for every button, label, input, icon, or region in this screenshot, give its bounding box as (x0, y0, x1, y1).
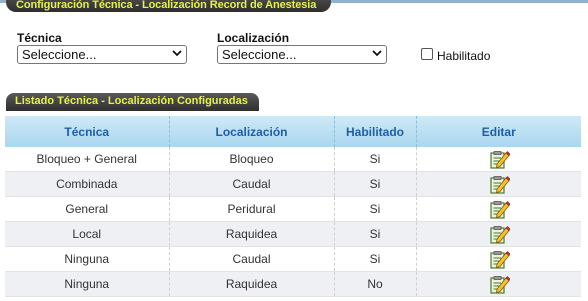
cell-tecnica: Local (5, 221, 170, 247)
cell-localizacion: Raquidea (169, 271, 335, 297)
cell-editar (416, 246, 581, 272)
edit-icon[interactable] (488, 274, 510, 294)
table-header-row: Técnica Localización Habilitado Editar (5, 116, 581, 147)
habilitado-label: Habilitado (437, 49, 491, 63)
column-header-tecnica[interactable]: Técnica (5, 116, 170, 147)
chevron-down-icon (172, 50, 182, 57)
list-section-tab: Listado Técnica - Localización Configura… (6, 93, 259, 111)
list-section-title: Listado Técnica - Localización Configura… (15, 95, 248, 107)
table-row: Bloqueo + General Bloqueo Si (5, 147, 581, 172)
cell-editar (416, 271, 581, 297)
cell-editar (416, 196, 581, 222)
edit-icon[interactable] (488, 249, 510, 269)
cell-habilitado: Si (334, 147, 417, 172)
cell-habilitado: No (334, 271, 417, 297)
edit-icon[interactable] (488, 149, 510, 169)
cell-localizacion: Caudal (169, 246, 335, 272)
table-row: Ninguna Caudal Si (5, 246, 581, 272)
cell-tecnica: Ninguna (5, 246, 170, 272)
cell-habilitado: Si (334, 246, 417, 272)
config-section-tab: Configuración Técnica - Localización Rec… (6, 0, 331, 12)
cell-localizacion: Caudal (169, 171, 335, 197)
cell-editar (416, 147, 581, 172)
localizacion-select[interactable]: Seleccione... (217, 45, 387, 64)
tecnica-select[interactable]: Seleccione... (17, 45, 187, 64)
cell-tecnica: Combinada (5, 171, 170, 197)
table-row: General Peridural Si (5, 196, 581, 222)
habilitado-checkbox[interactable] (421, 48, 433, 60)
cell-editar (416, 171, 581, 197)
edit-icon[interactable] (488, 224, 510, 244)
cell-localizacion: Peridural (169, 196, 335, 222)
table-row: Ninguna Raquidea No (5, 271, 581, 297)
table-row: Local Raquidea Si (5, 221, 581, 247)
column-header-editar: Editar (416, 116, 581, 147)
edit-icon[interactable] (488, 199, 510, 219)
cell-editar (416, 221, 581, 247)
cell-localizacion: Raquidea (169, 221, 335, 247)
cell-localizacion: Bloqueo (169, 147, 335, 172)
cell-habilitado: Si (334, 221, 417, 247)
cell-tecnica: General (5, 196, 170, 222)
edit-icon[interactable] (488, 174, 510, 194)
column-header-localizacion[interactable]: Localización (169, 116, 335, 147)
localizacion-label: Localización (217, 31, 290, 45)
cell-habilitado: Si (334, 196, 417, 222)
table-row: Combinada Caudal Si (5, 171, 581, 197)
tecnica-select-value: Seleccione... (22, 47, 97, 62)
cell-tecnica: Ninguna (5, 271, 170, 297)
column-header-habilitado[interactable]: Habilitado (334, 116, 417, 147)
tecnica-label: Técnica (17, 31, 62, 45)
cell-tecnica: Bloqueo + General (5, 147, 170, 172)
config-section-title: Configuración Técnica - Localización Rec… (16, 0, 317, 11)
localizacion-select-value: Seleccione... (222, 47, 297, 62)
chevron-down-icon (372, 50, 382, 57)
configured-table: Técnica Localización Habilitado Editar B… (5, 116, 581, 297)
cell-habilitado: Si (334, 171, 417, 197)
